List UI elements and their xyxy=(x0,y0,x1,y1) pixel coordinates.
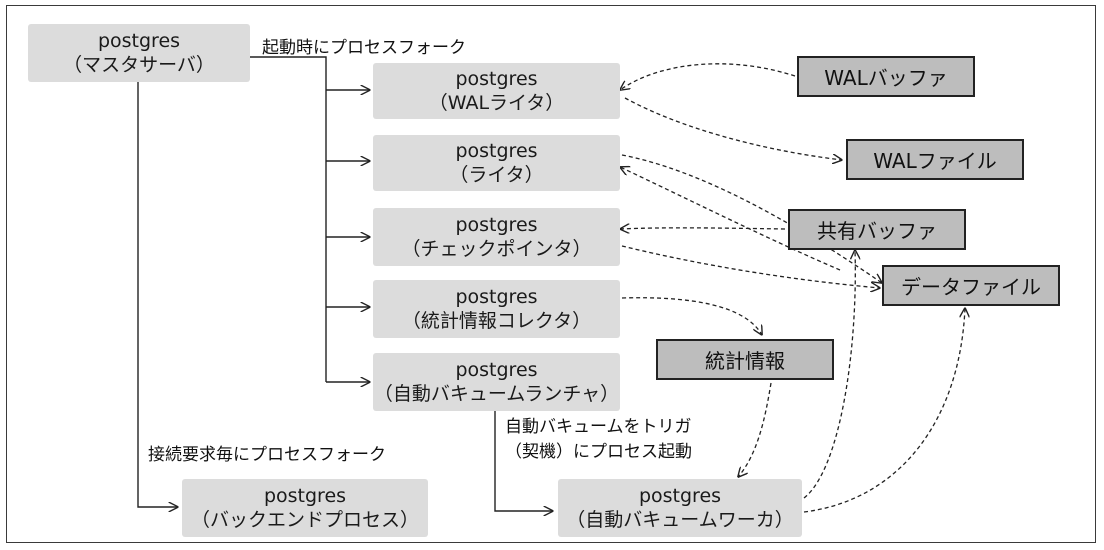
stats-info: 統計情報 xyxy=(656,339,834,380)
writer-process: postgres （ライタ） xyxy=(373,135,620,191)
shared-buffer-to-checkpointer xyxy=(620,228,786,229)
trigger-label-line1: 自動バキュームをトリガ xyxy=(505,417,692,437)
wal-file: WALファイル xyxy=(846,139,1024,180)
autovacuum-worker-process: postgres （自動バキュームワーカ） xyxy=(558,479,802,537)
checkpointer-to-data-file xyxy=(621,245,880,288)
startup-fork-line xyxy=(250,56,327,382)
process-name: postgres xyxy=(455,285,538,308)
startup-fork-label: 起動時にプロセスフォーク xyxy=(262,38,466,58)
master-process: postgres （マスタサーバ） xyxy=(28,24,250,82)
trigger-label-line2: （契機）にプロセス起動 xyxy=(505,441,692,462)
process-name: postgres xyxy=(638,484,722,507)
process-role: （自動バキュームランチャ） xyxy=(373,383,620,405)
stats-collector-to-stats xyxy=(621,297,762,335)
shared-buffer: 共有バッファ xyxy=(788,209,966,250)
autovacuum-trigger-label: 自動バキュームをトリガ （契機）にプロセス起動 xyxy=(505,415,692,464)
autovacuum-launcher-process: postgres （自動バキュームランチャ） xyxy=(373,353,620,411)
backend-process: postgres （バックエンドプロセス） xyxy=(182,479,428,537)
wal-buffer-to-wal-writer xyxy=(620,63,796,90)
checkpointer-process: postgres （チェックポインタ） xyxy=(373,208,620,266)
process-role: （バックエンドプロセス） xyxy=(190,509,419,531)
wal-writer-process: postgres （WALライタ） xyxy=(373,63,620,119)
wal-writer-to-wal-file xyxy=(624,97,842,160)
stats-to-autovacuum-worker xyxy=(738,382,772,477)
process-role: （ライタ） xyxy=(449,164,544,186)
process-role: （統計情報コレクタ） xyxy=(401,310,592,332)
process-name: postgres xyxy=(455,67,538,90)
process-role: （チェックポインタ） xyxy=(401,238,592,260)
process-name: postgres xyxy=(97,29,181,52)
process-role: （WALライタ） xyxy=(428,92,565,114)
process-role: （マスタサーバ） xyxy=(63,54,215,76)
process-name: postgres xyxy=(455,213,538,236)
wal-buffer: WALバッファ xyxy=(797,56,975,97)
stats-collector-process: postgres （統計情報コレクタ） xyxy=(373,280,620,338)
data-file: データファイル xyxy=(882,265,1060,306)
process-role: （自動バキュームワーカ） xyxy=(566,509,794,531)
process-name: postgres xyxy=(263,484,347,507)
process-name: postgres xyxy=(455,358,538,381)
process-name: postgres xyxy=(455,139,538,162)
connection-fork-label: 接続要求毎にプロセスフォーク xyxy=(148,445,386,465)
